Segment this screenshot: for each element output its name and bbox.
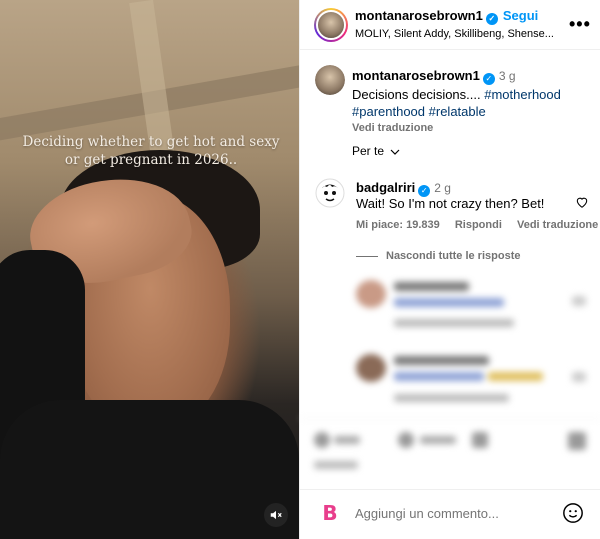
commenter-avatar[interactable] bbox=[315, 178, 345, 208]
caption-avatar[interactable] bbox=[315, 65, 345, 95]
author-username[interactable]: montanarosebrown1 bbox=[355, 8, 483, 23]
svg-text:B: B bbox=[322, 501, 337, 525]
hide-replies-toggle[interactable]: Nascondi tutte le risposte bbox=[356, 250, 520, 262]
post-header: montanarosebrown1 ✓ Segui MOLIY, Silent Ad… bbox=[300, 0, 600, 50]
music-attribution[interactable]: MOLIY, Silent Addy, Skillibeng, Shense..… bbox=[355, 28, 563, 40]
verified-icon: ✓ bbox=[482, 73, 495, 85]
author-avatar[interactable] bbox=[314, 8, 348, 42]
more-options-icon[interactable]: ••• bbox=[569, 14, 591, 35]
follow-button[interactable]: Segui bbox=[503, 8, 538, 23]
commenter-username[interactable]: badgalriri bbox=[356, 180, 415, 195]
mute-button[interactable] bbox=[264, 503, 288, 527]
caption-text: Decisions decisions.... bbox=[352, 87, 481, 102]
header-author: montanarosebrown1 ✓ Segui bbox=[355, 8, 538, 25]
comment-input[interactable] bbox=[355, 506, 525, 521]
verified-icon: ✓ bbox=[485, 13, 498, 25]
comment-text: Wait! So I'm not crazy then? Bet! bbox=[356, 196, 545, 211]
hide-replies-label: Nascondi tutte le risposte bbox=[386, 250, 521, 262]
blurred-reply bbox=[300, 350, 600, 410]
reply-button[interactable]: Rispondi bbox=[455, 219, 502, 231]
comment-composer: B bbox=[300, 489, 600, 539]
comment-actions: Mi piace: 19.839 Rispondi Vedi traduzion… bbox=[356, 219, 600, 231]
like-heart-icon[interactable] bbox=[575, 195, 589, 209]
hashtag-link[interactable]: #parenthood bbox=[352, 104, 425, 119]
comment-sort-dropdown[interactable]: Per te bbox=[352, 144, 400, 158]
chevron-down-icon bbox=[390, 149, 400, 155]
caption-time: 3 g bbox=[498, 69, 516, 83]
comment-likes-count[interactable]: Mi piace: 19.839 bbox=[356, 219, 440, 231]
post-details-panel: montanarosebrown1 ✓ Segui MOLIY, Silent Ad… bbox=[299, 0, 600, 539]
person-sweater bbox=[0, 400, 299, 539]
blurred-reply bbox=[300, 274, 600, 334]
reel-video[interactable]: Deciding whether to get hot and sexy or … bbox=[0, 0, 299, 539]
sort-label: Per te bbox=[352, 144, 385, 158]
comment-time: 2 g bbox=[434, 181, 451, 195]
smiley-icon[interactable] bbox=[562, 502, 584, 524]
hashtag-link[interactable]: #motherhood bbox=[484, 87, 561, 102]
see-translation-link[interactable]: Vedi traduzione bbox=[517, 219, 598, 231]
see-translation-link[interactable]: Vedi traduzione bbox=[352, 122, 592, 134]
caption-username[interactable]: montanarosebrown1 bbox=[352, 68, 480, 83]
post-actions-bar bbox=[300, 418, 600, 478]
current-user-avatar[interactable]: B bbox=[317, 500, 343, 526]
speaker-muted-icon bbox=[270, 510, 282, 520]
video-caption: Deciding whether to get hot and sexy or … bbox=[22, 134, 280, 168]
divider-line bbox=[356, 255, 378, 257]
hashtag-link[interactable]: #relatable bbox=[429, 104, 486, 119]
